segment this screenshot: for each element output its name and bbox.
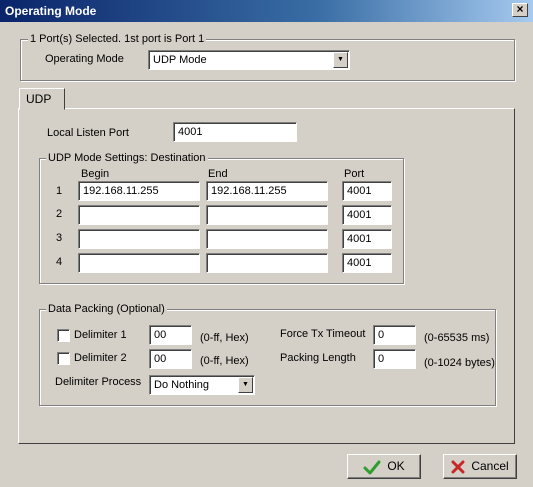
cancel-button[interactable]: Cancel [443,454,517,479]
column-end: End [208,168,228,180]
row-index-2: 2 [56,208,63,220]
port-input-3[interactable]: 4001 [342,229,392,249]
window-title: Operating Mode [5,4,97,18]
data-packing-title: Data Packing (Optional) [46,303,167,315]
delimiter-1-label: Delimiter 1 [74,329,127,341]
local-listen-port-label: Local Listen Port [47,127,129,139]
end-input-2[interactable] [206,205,328,225]
port-input-2[interactable]: 4001 [342,205,392,225]
tab-udp[interactable]: UDP [19,88,65,110]
ok-button[interactable]: OK [347,454,421,479]
chevron-down-icon[interactable]: ▼ [238,377,253,393]
delimiter-process-label: Delimiter Process [55,376,142,388]
delimiter-1-hint: (0-ff, Hex) [200,332,249,344]
column-begin: Begin [81,168,110,180]
end-input-4[interactable] [206,253,328,273]
port-selection-title: 1 Port(s) Selected. 1st port is Port 1 [28,33,207,45]
delimiter-1-input[interactable]: 00 [149,325,192,345]
check-icon [363,460,381,475]
row-index-1: 1 [56,185,63,197]
delimiter-process-select[interactable]: Do Nothing ▼ [149,375,255,395]
begin-input-4[interactable] [78,253,200,273]
destination-title: UDP Mode Settings: Destination [46,152,208,164]
port-input-1[interactable]: 4001 [342,181,392,201]
end-input-3[interactable] [206,229,328,249]
row-index-3: 3 [56,232,63,244]
delimiter-2-hint: (0-ff, Hex) [200,355,249,367]
column-port: Port [344,168,365,180]
close-icon: × [516,2,524,16]
force-tx-timeout-hint: (0-65535 ms) [424,332,490,344]
delimiter-1-checkbox[interactable] [57,329,70,342]
delimiter-2-checkbox[interactable] [57,352,70,365]
packing-length-input[interactable]: 0 [373,349,416,369]
packing-length-hint: (0-1024 bytes) [424,357,495,369]
local-listen-port-input[interactable]: 4001 [173,122,297,142]
packing-length-label: Packing Length [280,352,356,364]
chevron-down-icon[interactable]: ▼ [333,52,348,68]
force-tx-timeout-label: Force Tx Timeout [280,328,366,340]
begin-input-3[interactable] [78,229,200,249]
close-button[interactable]: × [512,3,528,17]
operating-mode-label: Operating Mode [45,53,124,65]
operating-mode-select[interactable]: UDP Mode ▼ [148,50,350,70]
begin-input-1[interactable]: 192.168.11.255 [78,181,200,201]
x-icon [451,460,465,474]
end-input-1[interactable]: 192.168.11.255 [206,181,328,201]
begin-input-2[interactable] [78,205,200,225]
force-tx-timeout-input[interactable]: 0 [373,325,416,345]
delimiter-2-label: Delimiter 2 [74,352,127,364]
port-input-4[interactable]: 4001 [342,253,392,273]
delimiter-2-input[interactable]: 00 [149,349,192,369]
row-index-4: 4 [56,256,63,268]
title-bar: Operating Mode × [0,0,533,22]
